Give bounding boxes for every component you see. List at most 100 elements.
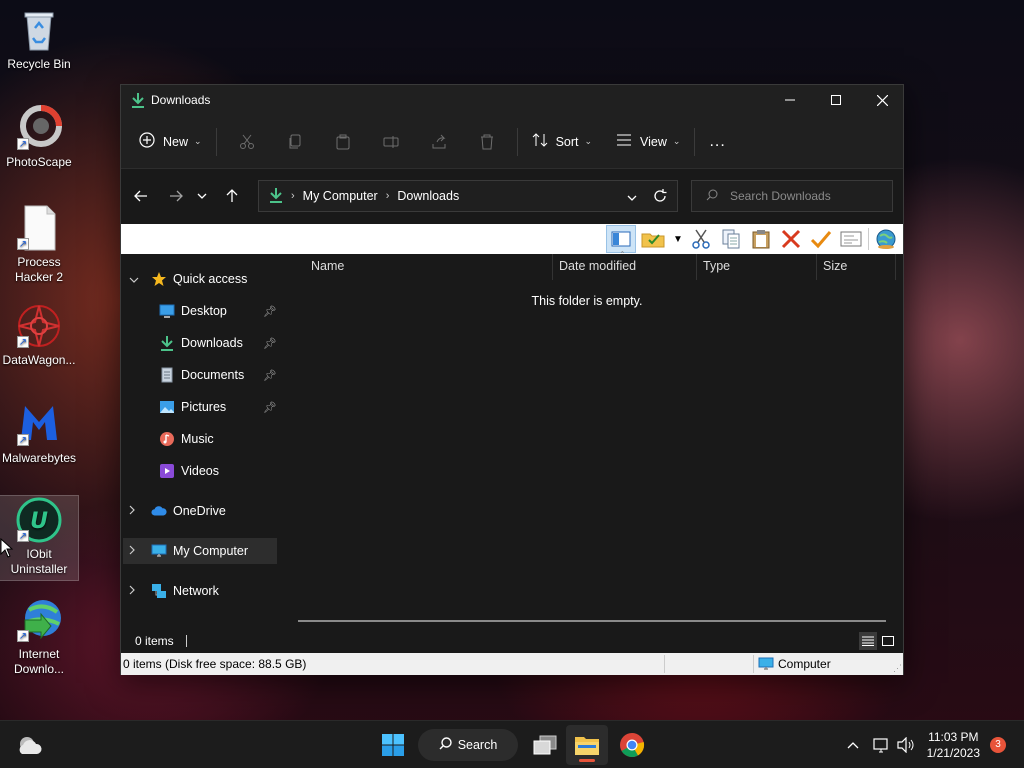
- nav-my-computer[interactable]: My Computer: [123, 538, 277, 564]
- column-divider[interactable]: [895, 254, 896, 280]
- sort-button[interactable]: Sort ⌄: [524, 125, 600, 159]
- back-button[interactable]: [126, 181, 156, 211]
- pin-icon[interactable]: 📌︎: [263, 337, 277, 350]
- network-tool-button[interactable]: [871, 225, 901, 253]
- breadcrumb-downloads[interactable]: Downloads: [397, 189, 459, 203]
- column-header-date-modified[interactable]: Date modified: [559, 259, 636, 273]
- notification-badge[interactable]: 3: [990, 737, 1006, 753]
- clock[interactable]: 11:03 PM 1/21/2023: [927, 729, 980, 761]
- pin-icon[interactable]: 📌︎: [263, 401, 277, 414]
- column-divider[interactable]: [816, 254, 817, 280]
- cut-button[interactable]: [223, 125, 271, 159]
- maximize-button[interactable]: [813, 85, 859, 115]
- column-divider[interactable]: [696, 254, 697, 280]
- nav-quick-access[interactable]: Quick access: [129, 266, 277, 292]
- up-button[interactable]: [217, 181, 247, 211]
- nav-item-videos[interactable]: Videos: [159, 458, 277, 484]
- resize-grip-icon[interactable]: ⋰: [893, 663, 902, 674]
- column-header-name[interactable]: Name: [311, 259, 344, 273]
- copy-icon: [289, 134, 301, 148]
- pin-icon[interactable]: 📌︎: [263, 369, 277, 382]
- close-button[interactable]: [859, 85, 905, 115]
- start-button[interactable]: [374, 725, 412, 765]
- download-icon: [269, 187, 283, 206]
- internet-download-manager-icon: ↗: [15, 596, 63, 644]
- desktop-icon-recycle-bin[interactable]: Recycle Bin: [0, 6, 78, 78]
- chevron-up-icon: [847, 742, 859, 749]
- refresh-icon: [654, 189, 667, 202]
- desktop-icon-malwarebytes[interactable]: ↗ Malwarebytes: [0, 400, 78, 470]
- chrome-taskbar-button[interactable]: [612, 725, 652, 765]
- new-button[interactable]: New ⌄: [131, 125, 210, 159]
- show-hidden-icons-button[interactable]: [842, 725, 864, 765]
- desktop-icon-process-hacker[interactable]: ↗ Process Hacker 2: [0, 204, 78, 286]
- minimize-button[interactable]: [767, 85, 813, 115]
- dropdown-arrow-icon[interactable]: ▼: [670, 225, 686, 253]
- rename-button[interactable]: [367, 125, 415, 159]
- address-bar[interactable]: › My Computer › Downloads: [258, 180, 678, 212]
- column-header-size[interactable]: Size: [823, 259, 847, 273]
- nav-item-downloads[interactable]: Downloads 📌︎: [159, 330, 277, 356]
- forward-button[interactable]: [161, 181, 191, 211]
- clipboard-icon: [336, 134, 350, 149]
- search-placeholder: Search Downloads: [730, 189, 831, 203]
- taskbar-search-button[interactable]: Search: [418, 729, 518, 761]
- cut-tool-button[interactable]: [686, 225, 716, 253]
- view-button[interactable]: View ⌄: [608, 125, 688, 159]
- more-label: ...: [709, 132, 726, 150]
- chevron-down-icon: ⌄: [672, 136, 681, 146]
- nav-item-music[interactable]: Music: [159, 426, 277, 452]
- large-icons-view-icon: [882, 636, 894, 646]
- properties-tool-button[interactable]: [836, 225, 866, 253]
- large-icons-view-button[interactable]: [879, 632, 897, 650]
- chevron-right-icon: [129, 544, 143, 558]
- details-view-button[interactable]: [859, 632, 877, 650]
- apply-tool-button[interactable]: [806, 225, 836, 253]
- desktop-icon-photoscape[interactable]: ↗ PhotoScape: [0, 104, 78, 176]
- column-divider[interactable]: [552, 254, 553, 280]
- iobit-uninstaller-icon: U ↗: [15, 496, 63, 544]
- address-dropdown-button[interactable]: [627, 190, 637, 204]
- nav-label: Videos: [181, 464, 219, 478]
- file-explorer-taskbar-button[interactable]: [566, 725, 608, 765]
- select-folder-button[interactable]: [636, 225, 670, 253]
- breadcrumb-my-computer[interactable]: My Computer: [303, 189, 378, 203]
- nav-item-desktop[interactable]: Desktop 📌︎: [159, 298, 277, 324]
- copy-button[interactable]: [271, 125, 319, 159]
- preview-pane-icon: [611, 231, 631, 247]
- more-options-button[interactable]: ...: [701, 125, 733, 159]
- desktop-icon-datawagon[interactable]: ↗ DataWagon...: [0, 302, 78, 372]
- nav-label: Pictures: [181, 400, 227, 414]
- item-count: 0 items: [135, 634, 174, 648]
- red-x-icon: [781, 229, 801, 249]
- paste-tool-button[interactable]: [746, 225, 776, 253]
- column-header-type[interactable]: Type: [703, 259, 730, 273]
- copy-icon: [722, 229, 740, 249]
- plus-circle-icon: [139, 132, 155, 151]
- recent-locations-button[interactable]: [191, 181, 213, 211]
- refresh-button[interactable]: [653, 189, 667, 206]
- paste-button[interactable]: [319, 125, 367, 159]
- search-input[interactable]: Search Downloads: [691, 180, 893, 212]
- recycle-bin-icon: [15, 6, 63, 54]
- datawagon-icon: ↗: [15, 302, 63, 350]
- network-status-button[interactable]: [870, 725, 892, 765]
- nav-item-documents[interactable]: Documents 📌︎: [159, 362, 277, 388]
- horizontal-scrollbar[interactable]: [298, 620, 886, 622]
- chevron-right-icon: [129, 584, 143, 598]
- title-bar[interactable]: Downloads: [121, 85, 903, 115]
- delete-button[interactable]: [463, 125, 511, 159]
- copy-tool-button[interactable]: [716, 225, 746, 253]
- share-button[interactable]: [415, 125, 463, 159]
- active-indicator: [579, 759, 595, 762]
- nav-onedrive[interactable]: OneDrive: [129, 498, 277, 524]
- nav-network[interactable]: Network: [129, 578, 277, 604]
- nav-item-pictures[interactable]: Pictures 📌︎: [159, 394, 277, 420]
- delete-tool-button[interactable]: [776, 225, 806, 253]
- task-view-button[interactable]: [526, 725, 564, 765]
- volume-button[interactable]: [894, 725, 918, 765]
- network-icon: [151, 583, 167, 599]
- weather-widget[interactable]: [12, 725, 46, 765]
- desktop-icon-internet-download-manager[interactable]: ↗ Internet Downlo...: [0, 596, 78, 680]
- preview-pane-button[interactable]: [606, 225, 636, 253]
